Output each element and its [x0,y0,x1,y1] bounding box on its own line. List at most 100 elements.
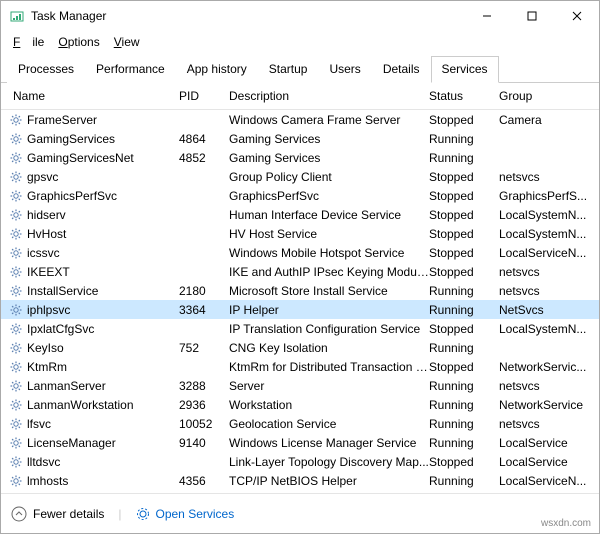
service-description: GraphicsPerfSvc [229,189,429,203]
gear-icon [9,341,23,355]
tab-startup[interactable]: Startup [258,56,319,83]
service-status: Running [429,417,499,431]
gear-icon [9,170,23,184]
tab-performance[interactable]: Performance [85,56,176,83]
table-row[interactable]: hidservHuman Interface Device ServiceSto… [1,205,599,224]
tab-details[interactable]: Details [372,56,431,83]
header-status[interactable]: Status [429,89,499,103]
table-row[interactable]: InstallService2180Microsoft Store Instal… [1,281,599,300]
service-group: netsvcs [499,379,591,393]
service-name: FrameServer [27,113,97,127]
column-headers: Name PID Description Status Group [1,83,599,110]
open-services-button[interactable]: Open Services [136,507,235,521]
service-status: Stopped [429,189,499,203]
table-row[interactable]: IpxlatCfgSvcIP Translation Configuration… [1,319,599,338]
service-group: netsvcs [499,284,591,298]
fewer-details-button[interactable]: Fewer details [11,506,104,522]
service-status: Stopped [429,246,499,260]
service-name: LicenseManager [27,436,116,450]
service-status: Running [429,303,499,317]
service-description: Human Interface Device Service [229,208,429,222]
service-name: IKEEXT [27,265,70,279]
service-status: Running [429,151,499,165]
table-row[interactable]: GraphicsPerfSvcGraphicsPerfSvcStoppedGra… [1,186,599,205]
table-row[interactable]: FrameServerWindows Camera Frame ServerSt… [1,110,599,129]
tab-services[interactable]: Services [431,56,499,83]
header-pid[interactable]: PID [179,89,229,103]
table-row[interactable]: LanmanWorkstation2936WorkstationRunningN… [1,395,599,414]
gear-icon [9,113,23,127]
table-row[interactable]: gpsvcGroup Policy ClientStoppednetsvcs [1,167,599,186]
service-group: LocalService [499,455,591,469]
gear-icon [9,284,23,298]
service-status: Stopped [429,360,499,374]
service-status: Stopped [429,227,499,241]
service-group: NetworkService [499,398,591,412]
header-description[interactable]: Description [229,89,429,103]
service-list[interactable]: FrameServerWindows Camera Frame ServerSt… [1,110,599,490]
service-name: gpsvc [27,170,58,184]
table-row[interactable]: GamingServicesNet4852Gaming ServicesRunn… [1,148,599,167]
service-status: Running [429,474,499,488]
service-description: CNG Key Isolation [229,341,429,355]
open-services-label: Open Services [156,507,235,521]
table-row[interactable]: lfsvc10052Geolocation ServiceRunningnets… [1,414,599,433]
service-group: LocalServiceN... [499,474,591,488]
menu-file[interactable]: File [7,33,50,51]
maximize-button[interactable] [509,1,554,31]
footer-separator: | [118,507,121,521]
service-description: Server [229,379,429,393]
service-description: Workstation [229,398,429,412]
table-row[interactable]: GamingServices4864Gaming ServicesRunning [1,129,599,148]
service-name: lltdsvc [27,455,60,469]
menu-options[interactable]: Options [52,33,105,51]
service-status: Running [429,132,499,146]
service-name: LanmanServer [27,379,106,393]
service-name: GamingServices [27,132,115,146]
service-name: GraphicsPerfSvc [27,189,117,203]
table-row[interactable]: LanmanServer3288ServerRunningnetsvcs [1,376,599,395]
service-group: Camera [499,113,591,127]
service-description: IP Helper [229,303,429,317]
header-group[interactable]: Group [499,89,591,103]
tab-apphistory[interactable]: App history [176,56,258,83]
service-description: Windows License Manager Service [229,436,429,450]
service-group: LocalSystemN... [499,322,591,336]
table-row[interactable]: KeyIso752CNG Key IsolationRunning [1,338,599,357]
service-name: IpxlatCfgSvc [27,322,94,336]
gear-icon [9,322,23,336]
close-button[interactable] [554,1,599,31]
tab-processes[interactable]: Processes [7,56,85,83]
service-pid: 4852 [179,151,229,165]
menu-bar: File Options View [1,31,599,55]
table-row[interactable]: iphlpsvc3364IP HelperRunningNetSvcs [1,300,599,319]
table-row[interactable]: IKEEXTIKE and AuthIP IPsec Keying Module… [1,262,599,281]
service-status: Running [429,379,499,393]
title-bar: Task Manager [1,1,599,31]
service-pid: 2936 [179,398,229,412]
service-group: netsvcs [499,265,591,279]
service-group: netsvcs [499,170,591,184]
table-row[interactable]: icssvcWindows Mobile Hotspot ServiceStop… [1,243,599,262]
watermark: wsxdn.com [541,518,591,529]
service-group: LocalServiceN... [499,246,591,260]
service-name: iphlpsvc [27,303,70,317]
table-row[interactable]: KtmRmKtmRm for Distributed Transaction C… [1,357,599,376]
service-description: KtmRm for Distributed Transaction C... [229,360,429,374]
tab-users[interactable]: Users [318,56,371,83]
service-status: Stopped [429,113,499,127]
service-description: TCP/IP NetBIOS Helper [229,474,429,488]
table-row[interactable]: lmhosts4356TCP/IP NetBIOS HelperRunningL… [1,471,599,490]
service-description: Link-Layer Topology Discovery Map... [229,455,429,469]
service-status: Running [429,398,499,412]
table-row[interactable]: HvHostHV Host ServiceStoppedLocalSystemN… [1,224,599,243]
service-name: lfsvc [27,417,51,431]
service-name: icssvc [27,246,60,260]
table-row[interactable]: LicenseManager9140Windows License Manage… [1,433,599,452]
menu-view[interactable]: View [108,33,146,51]
service-group: netsvcs [499,417,591,431]
minimize-button[interactable] [464,1,509,31]
header-name[interactable]: Name [9,89,179,103]
chevron-up-icon [11,506,27,522]
table-row[interactable]: lltdsvc Link-Layer Topology Discovery Map… [1,452,599,471]
